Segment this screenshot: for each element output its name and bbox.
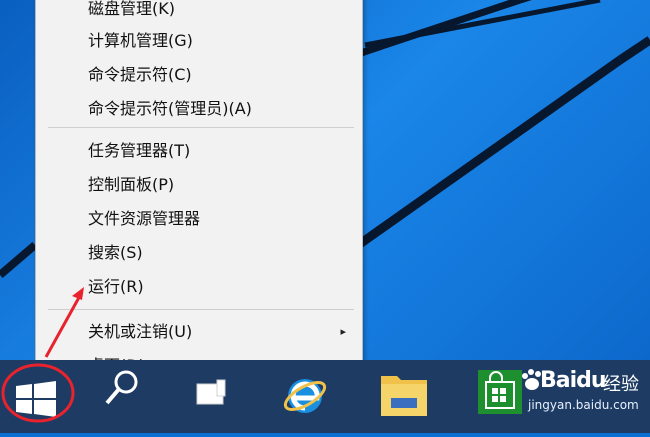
- menu-item-command-prompt[interactable]: 命令提示符(C): [36, 59, 362, 91]
- file-explorer-icon: [381, 376, 427, 416]
- menu-item-label: 计算机管理(G): [88, 31, 193, 50]
- menu-item-run[interactable]: 运行(R): [36, 271, 362, 303]
- file-explorer-button[interactable]: [375, 360, 435, 433]
- search-button[interactable]: [95, 360, 150, 433]
- menu-separator: [48, 127, 354, 128]
- watermark-domain: jingyan.baidu.com: [528, 398, 639, 412]
- menu-item-file-explorer[interactable]: 文件资源管理器: [36, 203, 362, 235]
- menu-item-label: 命令提示符(C): [88, 65, 192, 84]
- menu-item-disk-management[interactable]: 磁盘管理(K): [36, 0, 362, 25]
- menu-separator: [48, 309, 354, 310]
- baidu-jingyan-watermark: Baidu 经验 jingyan.baidu.com: [520, 360, 650, 420]
- windows-logo-icon: [16, 381, 56, 417]
- menu-item-task-manager[interactable]: 任务管理器(T): [36, 135, 362, 167]
- menu-item-control-panel[interactable]: 控制面板(P): [36, 169, 362, 201]
- menu-item-search[interactable]: 搜索(S): [36, 237, 362, 269]
- task-view-button[interactable]: [185, 360, 240, 433]
- watermark-jingyan: 经验: [603, 374, 639, 395]
- watermark-brand: Baidu: [540, 368, 607, 393]
- menu-item-shutdown-signout[interactable]: 关机或注销(U) ▸: [36, 316, 362, 348]
- search-icon: [105, 370, 138, 405]
- winx-context-menu: 磁盘管理(K) 计算机管理(G) 命令提示符(C) 命令提示符(管理员)(A) …: [35, 0, 363, 388]
- menu-item-command-prompt-admin[interactable]: 命令提示符(管理员)(A): [36, 93, 362, 125]
- menu-item-label: 命令提示符(管理员)(A): [88, 99, 252, 118]
- menu-item-computer-management[interactable]: 计算机管理(G): [36, 25, 362, 57]
- menu-item-label: 搜索(S): [88, 243, 143, 262]
- browser-button[interactable]: [275, 360, 335, 433]
- menu-item-label: 控制面板(P): [88, 175, 175, 194]
- menu-item-label: 文件资源管理器: [88, 209, 201, 228]
- menu-item-label: 运行(R): [88, 277, 144, 296]
- submenu-arrow-icon: ▸: [340, 325, 346, 338]
- task-view-icon: [196, 379, 226, 405]
- menu-item-label: 磁盘管理(K): [88, 0, 175, 18]
- start-button[interactable]: [0, 360, 70, 433]
- menu-item-label: 任务管理器(T): [88, 141, 191, 160]
- edge-icon: [283, 379, 327, 413]
- menu-item-label: 关机或注销(U): [88, 322, 193, 341]
